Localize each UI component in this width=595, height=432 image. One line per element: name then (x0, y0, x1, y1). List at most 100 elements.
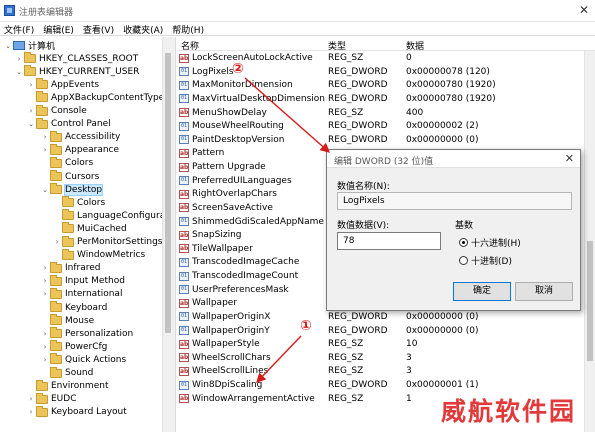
tree-node[interactable]: › Keyboard Layout (26, 405, 127, 419)
tree-node[interactable]: ⌄ 计算机 (3, 39, 55, 52)
expand-chevron-icon[interactable]: › (26, 107, 36, 115)
header-type[interactable]: 类型 (328, 39, 346, 52)
tree-node[interactable]: › HKEY_CLASSES_ROOT (14, 52, 138, 65)
string-value-icon: ab (179, 339, 189, 349)
value-row[interactable]: ab WallpaperStyle REG_SZ 10 (177, 338, 595, 352)
hex-radio[interactable]: 十六进制(H) (459, 236, 521, 249)
menu-help[interactable]: 帮助(H) (168, 22, 209, 36)
tree-node[interactable]: › Input Method (40, 274, 125, 288)
pane-splitter[interactable] (173, 37, 176, 432)
expand-chevron-icon[interactable]: › (40, 264, 50, 272)
tree-scrollbar[interactable] (162, 37, 173, 432)
expand-chevron-icon[interactable]: › (26, 395, 36, 403)
expand-chevron-icon[interactable]: › (40, 356, 50, 364)
list-scroll-thumb[interactable] (587, 241, 593, 361)
expand-chevron-icon[interactable]: › (40, 133, 50, 141)
expand-chevron-icon[interactable]: › (26, 408, 36, 416)
expand-chevron-icon[interactable]: › (40, 277, 50, 285)
tree-node-label: HKEY_CURRENT_USER (39, 66, 140, 77)
hex-radio-dot[interactable] (459, 238, 468, 247)
value-row[interactable]: 01 MouseWheelRouting REG_DWORD 0x00000002 (… (177, 120, 595, 134)
tree-node[interactable]: › Quick Actions (40, 353, 126, 366)
menu-file[interactable]: 文件(F) (0, 22, 39, 36)
expand-chevron-icon[interactable]: › (40, 146, 50, 154)
menu-view[interactable]: 查看(V) (79, 22, 119, 36)
value-row[interactable]: 01 WallpaperOriginX REG_DWORD 0x00000000 (0… (177, 311, 595, 325)
dialog-close-icon[interactable]: ✕ (565, 152, 574, 165)
tree-node[interactable]: ⌄ HKEY_CURRENT_USER (14, 65, 139, 78)
tree-node[interactable]: Cursors (40, 170, 99, 183)
tree-node[interactable]: › Accessibility (40, 130, 120, 144)
value-row[interactable]: 01 MaxVirtualDesktopDimension REG_DWORD 0x0… (177, 93, 595, 107)
tree-node[interactable]: › Appearance (40, 143, 119, 157)
string-value-icon: ab (179, 189, 189, 199)
value-data: 10 (406, 339, 418, 350)
tree-node[interactable]: › AppEvents (26, 78, 99, 91)
value-data-input[interactable]: 78 (337, 232, 441, 250)
binary-value-icon: 01 (179, 121, 189, 131)
menu-bar: 文件(F) 编辑(E) 查看(V) 收藏夹(A) 帮助(H) (0, 22, 595, 36)
value-name: ab WheelScrollChars (179, 353, 271, 363)
value-row[interactable]: 01 WallpaperOriginY REG_DWORD 0x00000000 (0… (177, 325, 595, 339)
expand-chevron-icon[interactable]: › (26, 81, 36, 89)
menu-favorites[interactable]: 收藏夹(A) (119, 22, 168, 36)
binary-value-icon: 01 (179, 80, 189, 90)
tree-node[interactable]: ⌄ Desktop (40, 183, 104, 196)
tree-node[interactable]: › PowerCfg (40, 340, 107, 353)
tree-node[interactable]: Keyboard (40, 301, 107, 314)
tree-node[interactable]: › Infrared (40, 261, 101, 275)
tree-node[interactable]: › International (40, 287, 122, 301)
tree-node[interactable]: AppXBackupContentType (26, 91, 162, 104)
ok-button[interactable]: 确定 (453, 282, 511, 301)
expand-chevron-icon[interactable]: › (52, 238, 62, 246)
tree-node[interactable]: MuiCached (52, 222, 127, 235)
collapse-chevron-icon[interactable]: ⌄ (3, 42, 13, 50)
collapse-chevron-icon[interactable]: ⌄ (14, 68, 24, 76)
header-name[interactable]: 名称 (181, 39, 199, 52)
value-name: ab WallpaperStyle (179, 339, 260, 349)
tree-node-label: Sound (65, 368, 94, 378)
close-icon[interactable]: ✕ (579, 3, 589, 17)
value-type: REG_DWORD (328, 121, 388, 132)
tree-node-label: AppXBackupContentType (51, 92, 162, 103)
expand-chevron-icon[interactable]: › (40, 343, 50, 351)
tree-node[interactable]: WindowMetrics (52, 248, 145, 262)
list-scrollbar[interactable] (584, 51, 595, 432)
expand-chevron-icon[interactable]: › (14, 55, 24, 63)
value-name-text: WallpaperOriginY (192, 325, 270, 336)
collapse-chevron-icon[interactable]: ⌄ (40, 186, 50, 194)
tree-node[interactable]: Colors (52, 196, 105, 209)
value-row[interactable]: ab WheelScrollChars REG_SZ 3 (177, 352, 595, 366)
value-name-text: SnapSizing (192, 230, 242, 241)
tree-node[interactable]: › PerMonitorSettings (52, 235, 162, 249)
value-row[interactable]: ab WheelScrollLines REG_SZ 3 (177, 365, 595, 379)
string-value-icon: ab (179, 230, 189, 240)
tree-scroll-thumb[interactable] (165, 53, 171, 333)
expand-chevron-icon[interactable]: › (40, 330, 50, 338)
value-row[interactable]: 01 MaxMonitorDimension REG_DWORD 0x00000780… (177, 79, 595, 93)
tree-node[interactable]: LanguageConfiguratio (52, 209, 162, 222)
dec-radio[interactable]: 十进制(D) (459, 254, 512, 267)
expand-chevron-icon[interactable]: › (40, 290, 50, 298)
value-row[interactable]: 01 PaintDesktopVersion REG_DWORD 0x00000000… (177, 134, 595, 148)
value-name-text: WallpaperStyle (192, 339, 260, 350)
tree-node[interactable]: ⌄ Control Panel (26, 117, 111, 131)
tree-node[interactable]: › EUDC (26, 392, 77, 406)
cancel-button[interactable]: 取消 (515, 282, 573, 301)
value-row[interactable]: ab MenuShowDelay REG_SZ 400 (177, 107, 595, 121)
value-row[interactable]: 01 Win8DpiScaling REG_DWORD 0x00000001 (1) (177, 379, 595, 393)
value-data: 3 (406, 352, 412, 363)
tree-node[interactable]: › Console (26, 104, 87, 118)
tree-node[interactable]: Environment (26, 379, 108, 393)
collapse-chevron-icon[interactable]: ⌄ (26, 120, 36, 128)
tree-node[interactable]: › Personalization (40, 327, 133, 340)
folder-icon (50, 183, 62, 195)
menu-edit[interactable]: 编辑(E) (39, 22, 79, 36)
tree-node[interactable]: Sound (40, 366, 94, 380)
tree-node[interactable]: Mouse (40, 314, 94, 327)
dec-radio-dot[interactable] (459, 256, 468, 265)
value-name-text: Win8DpiScaling (192, 380, 263, 391)
header-data[interactable]: 数据 (406, 39, 424, 52)
tree-node[interactable]: Colors (40, 156, 93, 170)
value-data: 0 (406, 53, 412, 63)
